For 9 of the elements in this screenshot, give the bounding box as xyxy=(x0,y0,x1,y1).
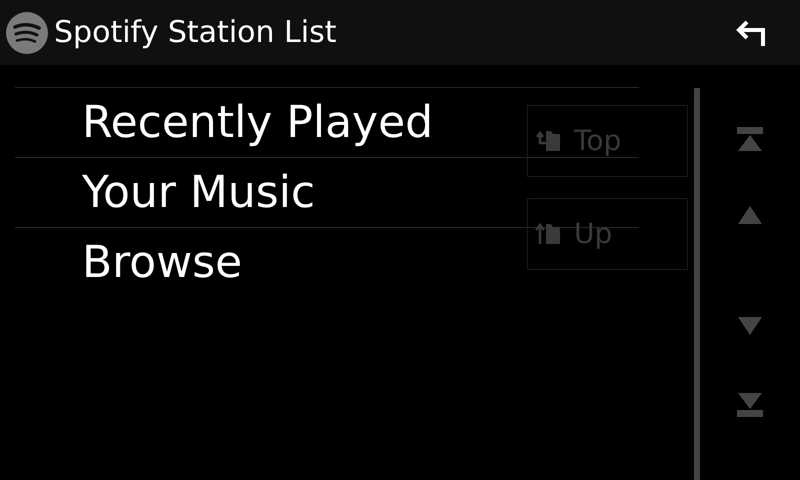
spotify-logo-icon xyxy=(6,12,48,54)
scroll-up-button[interactable] xyxy=(737,206,763,224)
scrollbar[interactable] xyxy=(694,88,700,480)
folder-icon xyxy=(534,222,562,246)
scroll-down-button[interactable] xyxy=(737,317,763,335)
scroll-top-button[interactable] xyxy=(737,127,763,151)
folder-icon xyxy=(534,129,562,153)
scroll-bottom-button[interactable] xyxy=(737,393,763,417)
screen-title: Spotify Station List xyxy=(54,18,336,48)
